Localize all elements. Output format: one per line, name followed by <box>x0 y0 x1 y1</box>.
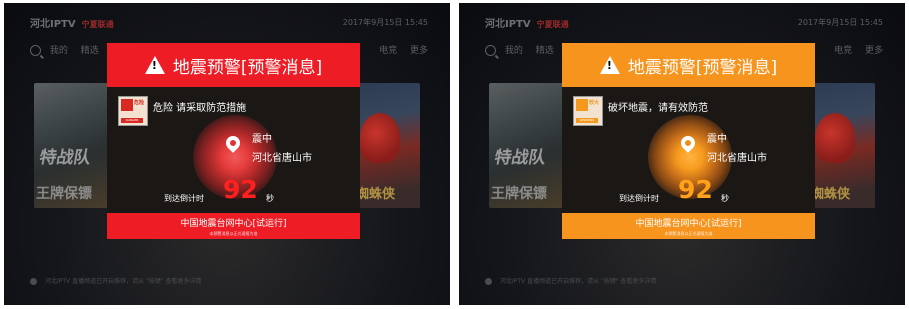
countdown-unit: 秒 <box>721 194 729 203</box>
search-icon[interactable] <box>485 45 496 56</box>
nav-right: 电竞 更多 <box>369 43 428 56</box>
footer-source: 中国地震台网中心[试运行] <box>180 219 287 229</box>
alert-level-sub: WARNING <box>576 118 598 123</box>
poster-left-subtitle: 王牌保镖 <box>491 186 547 202</box>
countdown-value: 92 <box>678 175 713 204</box>
countdown-label: 到达倒计时 <box>619 194 659 203</box>
nav-item-mine[interactable]: 我的 <box>505 46 523 56</box>
nav-right: 电竞 更多 <box>824 43 883 56</box>
top-bar: 河北IPTV 宁夏联通 2017年9月15日 15:45 <box>459 3 905 41</box>
dialog-header: 地震预警[预警消息] <box>562 43 815 87</box>
info-icon <box>30 278 37 285</box>
brand-secondary-logo: 宁夏联通 <box>536 20 569 29</box>
tv-screen-right: 河北IPTV 宁夏联通 2017年9月15日 15:45 我的 精选 电竞 更多 … <box>459 3 905 305</box>
poster-right-title: 蜘蛛侠 <box>356 187 396 202</box>
dialog-footer: 中国地震台网中心[试运行] 本预警消息以正式速报为准 <box>107 213 360 239</box>
footer-note: 本预警消息以正式速报为准 <box>664 231 713 236</box>
nav-item-featured[interactable]: 精选 <box>536 46 554 56</box>
earthquake-alert-dialog: 地震预警[预警消息] 危险 DANGER 危险 请采取防范措施 震中 河北省唐山… <box>107 43 360 239</box>
dialog-header: 地震预警[预警消息] <box>107 43 360 87</box>
epicenter-place: 河北省唐山市 <box>252 153 312 164</box>
alert-level-mark <box>121 99 133 111</box>
footer-source: 中国地震台网中心[试运行] <box>635 219 742 229</box>
dialog-footer: 中国地震台网中心[试运行] 本预警消息以正式速报为准 <box>562 213 815 239</box>
brand-logo: 河北IPTV 宁夏联通 <box>485 15 569 30</box>
dialog-body: 较大 WARNING 破坏地震，请有效防范 震中 河北省唐山市 到达倒计时 92… <box>562 87 815 213</box>
warning-icon <box>144 56 165 74</box>
poster-left-subtitle: 王牌保镖 <box>36 186 92 202</box>
datetime: 2017年9月15日 15:45 <box>797 18 883 27</box>
poster-right-figure <box>815 113 855 163</box>
countdown-value: 92 <box>223 175 258 204</box>
poster-left-title: 特战队 <box>492 148 548 168</box>
brand-secondary-logo: 宁夏联通 <box>81 20 114 29</box>
alert-level-mark <box>576 99 588 111</box>
brand-logo: 河北IPTV 宁夏联通 <box>30 15 114 30</box>
nav-item-mine[interactable]: 我的 <box>50 46 68 56</box>
poster-left[interactable]: 特战队 王牌保镖 <box>34 83 114 208</box>
nav-item-featured[interactable]: 精选 <box>81 46 99 56</box>
epicenter-label: 震中 <box>707 134 727 145</box>
footer-note: 本预警消息以正式速报为准 <box>209 231 258 236</box>
info-icon <box>485 278 492 285</box>
nav-item-more[interactable]: 更多 <box>865 46 883 56</box>
alert-level-badge: 较大 WARNING <box>573 96 603 126</box>
poster-left-title: 特战队 <box>37 148 93 168</box>
datetime: 2017年9月15日 15:45 <box>342 18 428 27</box>
bottom-tip: 河北IPTV 直播频道已开启推荐，请从 "按键" 查看更多详情 <box>30 276 201 285</box>
alert-message: 破坏地震，请有效防范 <box>608 103 708 114</box>
nav-row: 我的 精选 <box>485 43 564 56</box>
warning-icon <box>599 56 620 74</box>
dialog-title: 地震预警[预警消息] <box>627 57 778 78</box>
alert-message: 危险 请采取防范措施 <box>153 103 247 114</box>
bottom-tip-text: 河北IPTV 直播频道已开启推荐，请从 "按键" 查看更多详情 <box>45 278 202 285</box>
alert-level-sub: DANGER <box>121 118 143 123</box>
alert-level-badge: 危险 DANGER <box>118 96 148 126</box>
earthquake-alert-dialog: 地震预警[预警消息] 较大 WARNING 破坏地震，请有效防范 震中 河北省唐… <box>562 43 815 239</box>
bottom-tip: 河北IPTV 直播频道已开启推荐，请从 "按键" 查看更多详情 <box>485 276 656 285</box>
nav-item-esports[interactable]: 电竞 <box>834 46 852 56</box>
brand-name: 河北IPTV <box>485 19 531 30</box>
dialog-title: 地震预警[预警消息] <box>172 57 323 78</box>
poster-right-title: 蜘蛛侠 <box>811 187 851 202</box>
tv-screen-left: 河北IPTV 宁夏联通 2017年9月15日 15:45 我的 精选 电竞 更多 … <box>4 3 450 305</box>
nav-row: 我的 精选 <box>30 43 109 56</box>
alert-level-label: 较大 <box>589 100 600 106</box>
countdown-unit: 秒 <box>266 194 274 203</box>
dialog-body: 危险 DANGER 危险 请采取防范措施 震中 河北省唐山市 到达倒计时 92 … <box>107 87 360 213</box>
brand-name: 河北IPTV <box>30 19 76 30</box>
bottom-tip-text: 河北IPTV 直播频道已开启推荐，请从 "按键" 查看更多详情 <box>500 278 657 285</box>
alert-level-label: 危险 <box>134 100 145 106</box>
top-bar: 河北IPTV 宁夏联通 2017年9月15日 15:45 <box>4 3 450 41</box>
epicenter-label: 震中 <box>252 134 272 145</box>
poster-left[interactable]: 特战队 王牌保镖 <box>489 83 569 208</box>
countdown-label: 到达倒计时 <box>164 194 204 203</box>
poster-right-figure <box>360 113 400 163</box>
nav-item-more[interactable]: 更多 <box>410 46 428 56</box>
epicenter-place: 河北省唐山市 <box>707 153 767 164</box>
search-icon[interactable] <box>30 45 41 56</box>
nav-item-esports[interactable]: 电竞 <box>379 46 397 56</box>
